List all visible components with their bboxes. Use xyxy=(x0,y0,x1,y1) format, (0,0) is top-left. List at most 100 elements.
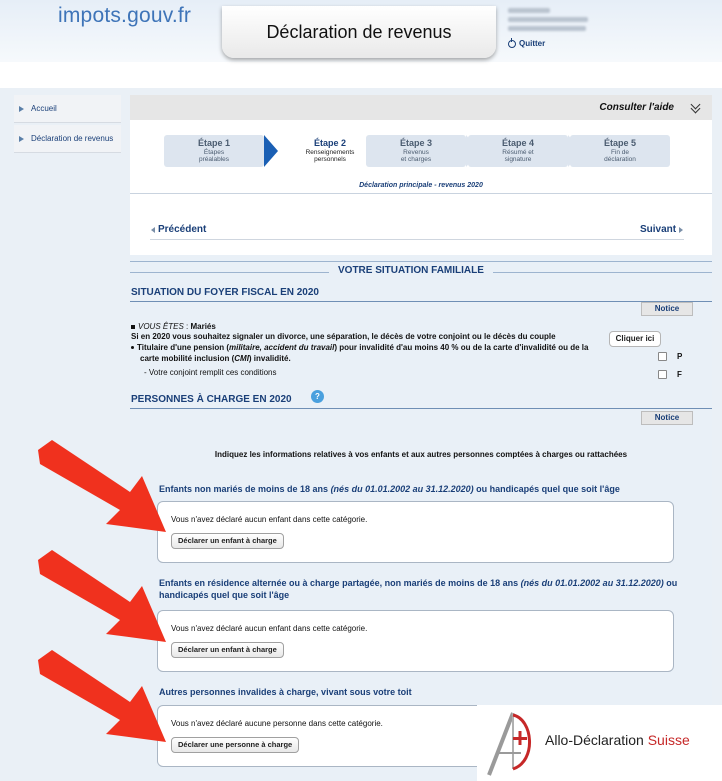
empty-message: Vous n'avez déclaré aucun enfant dans ce… xyxy=(171,624,368,633)
previous-button[interactable]: Précédent xyxy=(151,224,206,235)
sidebar-item-label: Déclaration de revenus xyxy=(31,134,114,143)
checkbox-f-label: F xyxy=(677,370,682,379)
allo-declaration-emblem-icon xyxy=(487,712,531,776)
text-fragment: (nés du 01.01.2002 au 31.12.2020) xyxy=(330,484,474,494)
next-label: Suivant xyxy=(640,224,677,235)
section-title: VOTRE SITUATION FAMILIALE xyxy=(329,265,493,276)
quit-label: Quitter xyxy=(519,39,546,48)
vous-etes-label: VOUS ÊTES xyxy=(138,322,184,331)
text-fragment: militaire, accident du travail xyxy=(228,343,335,352)
divider xyxy=(130,193,712,194)
bullet-icon xyxy=(131,346,134,350)
step-label: et charges xyxy=(400,156,432,163)
divider xyxy=(150,239,684,240)
step-label: préalables xyxy=(199,156,229,163)
step-label: Résumé et xyxy=(502,149,534,156)
red-arrow-icon xyxy=(38,440,166,532)
conjoint-text: - Votre conjoint remplit ces conditions xyxy=(144,368,277,377)
redacted-name xyxy=(508,8,550,13)
caret-right-icon xyxy=(679,226,684,233)
step-title: Étape 2 xyxy=(313,138,346,148)
notice-button[interactable]: Notice xyxy=(641,411,693,425)
sidebar-item-label: Accueil xyxy=(31,104,57,113)
double-chevron-down-icon[interactable] xyxy=(690,99,702,114)
info-icon[interactable]: ? xyxy=(311,390,324,403)
text-fragment: Titulaire d'une pension ( xyxy=(137,343,229,352)
section-title-bar: VOTRE SITUATION FAMILIALE xyxy=(130,261,712,277)
step-title: Étape 5 xyxy=(603,138,636,148)
step-title: Étape 1 xyxy=(197,138,230,148)
allo-declaration-logo: Allo-Déclaration Suisse xyxy=(477,705,722,781)
checkbox-f[interactable] xyxy=(658,370,667,379)
checkbox-p[interactable] xyxy=(658,352,667,361)
page-title: Déclaration de revenus xyxy=(266,21,452,42)
step-progress: Étape 1 Étapes préalables Étape 2 Rensei… xyxy=(164,135,674,167)
redacted-line xyxy=(508,17,588,22)
step-title: Étape 3 xyxy=(399,138,432,148)
add-person-button[interactable]: Déclarer une personne à charge xyxy=(171,737,300,753)
step-label: Renseignements xyxy=(305,149,355,156)
red-arrow-icon xyxy=(38,550,166,642)
vous-etes-value: Mariés xyxy=(190,322,216,331)
step-3: Étape 3 Revenus et charges xyxy=(366,135,466,167)
category-box: Vous n'avez déclaré aucun enfant dans ce… xyxy=(157,501,674,563)
invalidity-text: Titulaire d'une pension (militaire, acci… xyxy=(131,343,651,353)
step-label: Fin de xyxy=(610,149,630,156)
empty-message: Vous n'avez déclaré aucun enfant dans ce… xyxy=(171,515,368,524)
page-title-tab: Déclaration de revenus xyxy=(222,6,496,58)
family-situation-form: VOTRE SITUATION FAMILIALE SITUATION DU F… xyxy=(130,255,712,781)
text-fragment: ) invalidité. xyxy=(248,354,291,363)
bullet-icon xyxy=(131,324,135,329)
empty-message: Vous n'avez déclaré aucune personne dans… xyxy=(171,719,383,728)
step-title: Étape 4 xyxy=(501,138,534,148)
sidebar-item-declaration[interactable]: Déclaration de revenus xyxy=(14,125,121,153)
sidebar: Accueil Déclaration de revenus xyxy=(14,95,121,155)
step-label: Étapes xyxy=(203,149,225,156)
sidebar-item-accueil[interactable]: Accueil xyxy=(14,95,121,123)
user-info-redacted xyxy=(508,8,598,35)
logo[interactable]: impots.gouv.fr xyxy=(58,4,191,28)
main-content: Consulter l'aide Étape 1 Étapes préalabl… xyxy=(130,95,712,781)
step-label: signature xyxy=(504,156,532,163)
text-fragment: ) pour invalidité d'au moins 40 % ou de … xyxy=(334,343,589,352)
divider xyxy=(130,408,712,409)
step-4: Étape 4 Résumé et signature xyxy=(468,135,568,167)
step-arrow-icon xyxy=(264,135,278,167)
checkbox-p-label: P xyxy=(677,352,683,361)
brand-name: Allo-Déclaration xyxy=(545,732,644,748)
add-child-button[interactable]: Déclarer un enfant à charge xyxy=(171,642,284,658)
quit-button[interactable]: Quitter xyxy=(508,37,546,48)
brand-text: Allo-Déclaration Suisse xyxy=(545,732,690,748)
caret-right-icon xyxy=(19,135,24,142)
divider xyxy=(130,301,712,302)
text-fragment: Enfants non mariés de moins de 18 ans xyxy=(159,484,331,494)
persons-intro: Indiquez les informations relatives à vo… xyxy=(214,450,628,459)
step-1: Étape 1 Étapes préalables xyxy=(164,135,264,167)
help-label: Consulter l'aide xyxy=(599,102,674,113)
text-fragment: carte mobilité inclusion ( xyxy=(140,354,235,363)
change-situation-text: Si en 2020 vous souhaitez signaler un di… xyxy=(131,332,556,341)
brand-suffix: Suisse xyxy=(647,732,690,748)
step-label: déclaration xyxy=(604,156,636,163)
text-fragment: ou handicapés quel que soit l'âge xyxy=(473,484,620,494)
previous-label: Précédent xyxy=(158,224,207,235)
caret-left-icon xyxy=(151,226,155,233)
redacted-line xyxy=(508,26,586,31)
foyer-title: SITUATION DU FOYER FISCAL EN 2020 xyxy=(131,287,319,298)
step-2-active: Étape 2 Renseignements personnels xyxy=(280,135,380,167)
vous-etes-line: VOUS ÊTES : Mariés xyxy=(131,322,216,332)
declaration-subtitle: Déclaration principale - revenus 2020 xyxy=(359,182,483,189)
notice-button[interactable]: Notice xyxy=(641,302,693,316)
add-child-button[interactable]: Déclarer un enfant à charge xyxy=(171,533,284,549)
step-5: Étape 5 Fin de déclaration xyxy=(570,135,670,167)
power-icon xyxy=(508,37,516,48)
text-fragment: (nés du 01.01.2002 au 31.12.2020) xyxy=(520,578,664,588)
category-box: Vous n'avez déclaré aucun enfant dans ce… xyxy=(157,610,674,672)
category-title: Autres personnes invalides à charge, viv… xyxy=(159,686,689,698)
next-button[interactable]: Suivant xyxy=(640,224,684,235)
step-label: Revenus xyxy=(403,149,429,156)
red-arrow-icon xyxy=(38,650,166,742)
category-title: Enfants en résidence alternée ou à charg… xyxy=(159,577,689,601)
step-label: personnels xyxy=(314,156,346,163)
help-bar[interactable]: Consulter l'aide xyxy=(130,95,712,120)
